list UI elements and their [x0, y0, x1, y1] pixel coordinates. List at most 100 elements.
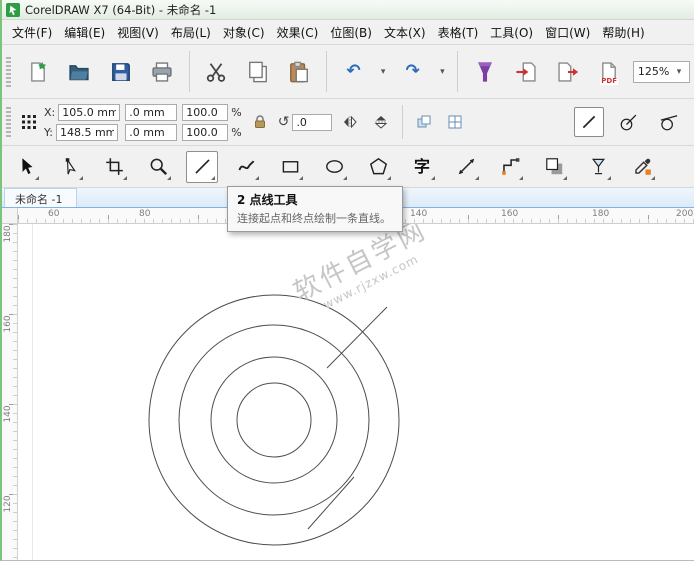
menu-item-object[interactable]: 对象(C)	[217, 21, 271, 44]
y-position-label: Y:	[44, 125, 53, 139]
import-button[interactable]	[509, 54, 544, 90]
paste-clipboard-icon	[290, 61, 309, 82]
menu-item-table[interactable]: 表格(T)	[432, 21, 485, 44]
line-mode-group	[574, 107, 684, 137]
polygon-icon	[369, 157, 387, 175]
rectangle-icon	[282, 161, 298, 173]
dimension-tool[interactable]	[450, 151, 482, 183]
menu-item-tools[interactable]: 工具(O)	[484, 21, 539, 44]
undo-button[interactable]: ↶	[336, 54, 371, 90]
text-tool[interactable]: 字	[406, 151, 438, 183]
transparency-tool[interactable]	[582, 151, 614, 183]
print-button[interactable]	[144, 54, 179, 90]
layers-option-button[interactable]	[411, 109, 437, 135]
menu-bar: 文件(F) 编辑(E) 视图(V) 布局(L) 对象(C) 效果(C) 位图(B…	[2, 20, 694, 45]
menu-item-bitmaps[interactable]: 位图(B)	[324, 21, 378, 44]
grid-option-button[interactable]	[442, 109, 468, 135]
undo-icon: ↶	[346, 61, 361, 81]
artistic-media-tool[interactable]	[230, 151, 262, 183]
drop-shadow-tool[interactable]	[538, 151, 570, 183]
drop-shadow-icon	[545, 158, 562, 175]
connect-button[interactable]	[467, 54, 502, 90]
scale-x-field[interactable]	[182, 103, 229, 121]
ruler-number: 160	[3, 315, 13, 333]
menu-item-file[interactable]: 文件(F)	[6, 21, 58, 44]
copy-icon	[248, 61, 267, 82]
object-width-field[interactable]	[125, 103, 178, 121]
toolbox: 字	[2, 146, 694, 188]
ruler-number: 200	[676, 209, 694, 219]
two-point-line-icon	[194, 159, 210, 174]
drawing-canvas[interactable]: 软件自学网 www.rjzxw.com	[18, 224, 694, 560]
percent-label: %	[231, 125, 242, 139]
ruler-origin[interactable]	[2, 208, 18, 224]
layers-icon	[417, 115, 431, 128]
ruler-number: 180	[3, 225, 13, 243]
app-logo-icon[interactable]	[6, 2, 20, 17]
toolbar-separator	[188, 51, 190, 92]
menu-item-layout[interactable]: 布局(L)	[165, 21, 217, 44]
tangent-line-mode-button[interactable]	[654, 107, 684, 137]
tool-tooltip: 2 点线工具 连接起点和终点绘制一条直线。	[227, 186, 403, 232]
ellipse-icon	[325, 160, 343, 173]
mirror-vertical-button[interactable]	[368, 109, 394, 135]
two-point-line-mode-button[interactable]	[574, 107, 604, 137]
open-button[interactable]	[61, 54, 96, 90]
redo-dropdown[interactable]: ▾	[436, 67, 448, 77]
rectangle-tool[interactable]	[274, 151, 306, 183]
chevron-down-icon: ▾	[676, 66, 682, 77]
rotation-angle-field[interactable]	[292, 113, 333, 131]
ellipse-tool[interactable]	[318, 151, 350, 183]
menu-item-help[interactable]: 帮助(H)	[596, 21, 650, 44]
crop-icon	[105, 158, 123, 175]
two-point-line-tool[interactable]	[186, 150, 218, 183]
crop-tool[interactable]	[98, 151, 130, 183]
copy-button[interactable]	[240, 54, 275, 90]
save-button[interactable]	[103, 54, 138, 90]
connector-tool[interactable]	[494, 151, 526, 183]
undo-dropdown[interactable]: ▾	[377, 67, 389, 77]
zoom-tool[interactable]	[142, 151, 174, 183]
zoom-level-select[interactable]: 125% ▾	[632, 60, 691, 83]
eyedropper-icon	[634, 158, 651, 175]
x-position-label: X:	[44, 105, 56, 119]
ruler-number: 180	[592, 209, 610, 219]
toolbar-drag-handle[interactable]	[6, 56, 11, 87]
lock-ratio-button[interactable]	[247, 109, 273, 135]
pdf-publish-button[interactable]: PDF	[591, 54, 626, 90]
object-position-icon	[19, 112, 39, 132]
ruler-number: 140	[410, 209, 428, 219]
x-position-field[interactable]	[58, 103, 121, 121]
color-eyedropper-tool[interactable]	[626, 151, 658, 183]
mirror-horizontal-button[interactable]	[337, 109, 363, 135]
shape-tool[interactable]	[54, 151, 86, 183]
new-document-button[interactable]	[20, 54, 55, 90]
import-icon	[516, 61, 536, 82]
redo-button[interactable]: ↷	[395, 54, 430, 90]
menu-item-edit[interactable]: 编辑(E)	[58, 21, 111, 44]
property-bar-drag-handle[interactable]	[6, 107, 11, 137]
polygon-tool[interactable]	[362, 151, 394, 183]
menu-item-effects[interactable]: 效果(C)	[271, 21, 325, 44]
mirror-vertical-icon	[375, 116, 388, 129]
pick-tool[interactable]	[10, 151, 42, 183]
y-position-field[interactable]	[55, 123, 118, 141]
magnifier-icon	[150, 158, 167, 176]
object-height-field[interactable]	[125, 123, 178, 141]
new-document-icon	[30, 61, 46, 82]
document-tab[interactable]: 未命名 -1	[4, 188, 78, 207]
perpendicular-line-mode-button[interactable]	[614, 107, 644, 137]
cut-button[interactable]	[199, 54, 234, 90]
cut-scissors-icon	[207, 62, 226, 82]
zoom-level-value: 125%	[637, 65, 670, 78]
two-point-line-icon	[582, 115, 596, 129]
menu-item-window[interactable]: 窗口(W)	[539, 21, 596, 44]
scale-y-field[interactable]	[182, 123, 229, 141]
redo-icon: ↷	[405, 61, 420, 81]
export-button[interactable]	[550, 54, 585, 90]
menu-item-view[interactable]: 视图(V)	[111, 21, 165, 44]
vertical-ruler[interactable]: 180 160 140 120	[2, 224, 18, 560]
connector-icon	[501, 158, 519, 175]
paste-button[interactable]	[281, 54, 316, 90]
menu-item-text[interactable]: 文本(X)	[378, 21, 432, 44]
